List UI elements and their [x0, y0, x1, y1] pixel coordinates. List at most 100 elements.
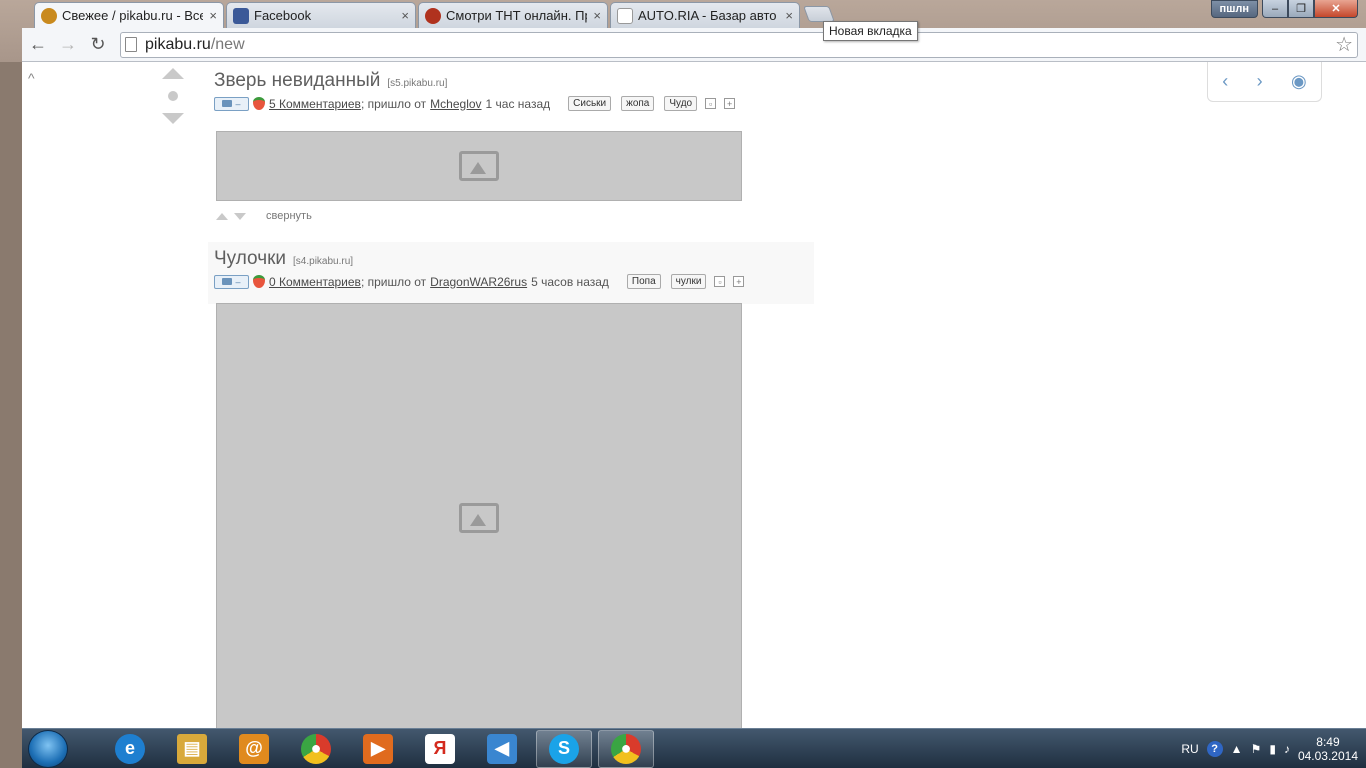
clock[interactable]: 8:49 04.03.2014: [1298, 735, 1358, 763]
comments-link[interactable]: 5 Комментариев: [269, 97, 361, 111]
taskbar-audio-icon[interactable]: ◀: [474, 730, 530, 768]
clock-time: 8:49: [1316, 734, 1340, 749]
minimize-button[interactable]: –: [1262, 0, 1288, 18]
prev-arrow-icon[interactable]: ‹: [1222, 71, 1228, 92]
image-icon: [459, 151, 499, 181]
post-meta: – 5 Комментариев ; пришло от Mcheglov 1 …: [214, 96, 736, 111]
tab-tnt[interactable]: Смотри ТНТ онлайн. Пр ×: [418, 2, 608, 28]
tray-expand-icon[interactable]: ▲: [1231, 742, 1243, 756]
vote-column: [162, 68, 184, 124]
network-icon[interactable]: ▮: [1269, 742, 1276, 756]
window-close-button[interactable]: ✕: [1314, 0, 1358, 18]
language-indicator[interactable]: RU: [1181, 742, 1198, 756]
strawberry-icon: [253, 275, 265, 288]
camera-icon: [222, 278, 233, 285]
tag[interactable]: Попа: [626, 274, 661, 289]
window-controls: пшлн – ❐ ✕: [1210, 0, 1358, 18]
badge-dash: –: [235, 276, 241, 287]
tab-autoria[interactable]: AUTO.RIA - Базар авто № ×: [610, 2, 800, 28]
volume-icon[interactable]: ♪: [1284, 742, 1290, 756]
badge-dash: –: [235, 98, 241, 109]
url-host: pikabu.ru: [145, 35, 211, 53]
close-icon[interactable]: ×: [401, 8, 409, 23]
tag[interactable]: Чудо: [664, 96, 698, 111]
forward-button[interactable]: →: [54, 31, 82, 59]
help-icon[interactable]: ?: [1206, 740, 1223, 757]
hide-eye-icon[interactable]: ◉: [1291, 71, 1307, 92]
profile-badge[interactable]: пшлн: [1210, 0, 1258, 18]
page-icon: [125, 37, 137, 52]
downvote-icon[interactable]: [234, 212, 246, 220]
taskbar: e ▤ @ ● ▶ Я ◀ S ● RU ? ▲ ⚑ ▮ ♪ 8:49 04.0…: [22, 728, 1366, 768]
image-type-badge[interactable]: –: [214, 96, 249, 111]
tab-title: Смотри ТНТ онлайн. Пр: [446, 8, 588, 23]
save-icon[interactable]: ▫: [705, 98, 717, 109]
close-icon[interactable]: ×: [785, 8, 793, 23]
post-time: 5 часов назад: [531, 274, 609, 289]
facebook-favicon-icon: [233, 7, 249, 24]
next-arrow-icon[interactable]: ›: [1257, 71, 1263, 92]
side-navigation: ‹ › ◉: [1207, 62, 1322, 102]
upvote-icon[interactable]: [162, 68, 184, 79]
author-link[interactable]: Mcheglov: [430, 97, 481, 111]
post-title[interactable]: Зверь невиданный: [214, 70, 380, 92]
close-icon[interactable]: ×: [209, 8, 217, 23]
pikabu-favicon-icon: [41, 7, 57, 24]
scroll-top-icon[interactable]: ^: [28, 70, 35, 86]
new-tab-button[interactable]: [803, 6, 835, 22]
post-source: [s5.pikabu.ru]: [387, 78, 448, 89]
restore-button[interactable]: ❐: [1288, 0, 1314, 18]
downvote-icon[interactable]: [162, 113, 184, 124]
taskbar-explorer-icon[interactable]: ▤: [164, 730, 220, 768]
post: Зверь невиданный [s5.pikabu.ru] – 5 Комм…: [214, 70, 736, 111]
via-text: ; пришло от: [360, 274, 427, 289]
browser-toolbar: ← → ↻ pikabu.ru /new ☆: [22, 28, 1366, 62]
system-tray: RU ? ▲ ⚑ ▮ ♪ 8:49 04.03.2014: [1181, 735, 1366, 763]
address-bar[interactable]: pikabu.ru /new ☆: [120, 31, 1358, 58]
via-text: ; пришло от: [360, 96, 427, 111]
post-time: 1 час назад: [485, 96, 551, 111]
action-center-icon[interactable]: ⚑: [1251, 742, 1262, 756]
vote-neutral-icon: [168, 91, 178, 101]
tag[interactable]: чулки: [670, 274, 707, 289]
tag[interactable]: Сиськи: [568, 96, 612, 111]
expand-icon[interactable]: +: [733, 276, 745, 287]
upvote-icon[interactable]: [216, 212, 228, 220]
post-meta: – 0 Комментариев ; пришло от DragonWAR26…: [214, 274, 745, 289]
taskbar-chrome-active-icon[interactable]: ●: [598, 729, 654, 768]
author-link[interactable]: DragonWAR26rus: [430, 275, 527, 289]
bookmark-star-icon[interactable]: ☆: [1335, 32, 1353, 57]
post-title[interactable]: Чулочки: [214, 248, 286, 270]
taskbar-mail-icon[interactable]: @: [226, 730, 282, 768]
taskbar-media-icon[interactable]: ▶: [350, 730, 406, 768]
tab-title: Facebook: [254, 8, 312, 23]
post: Чулочки [s4.pikabu.ru] – 0 Комментариев …: [214, 248, 745, 289]
comments-link[interactable]: 0 Комментариев: [269, 275, 361, 289]
save-icon[interactable]: ▫: [714, 276, 726, 287]
taskbar-ie-icon[interactable]: e: [102, 730, 158, 768]
expand-icon[interactable]: +: [724, 98, 736, 109]
start-button[interactable]: [28, 729, 68, 768]
tab-pikabu[interactable]: Свежее / pikabu.ru - Все ×: [34, 2, 224, 28]
post-image-placeholder[interactable]: [216, 131, 742, 201]
tab-title: Свежее / pikabu.ru - Все: [62, 8, 204, 23]
reload-button[interactable]: ↻: [84, 31, 112, 59]
post-image-placeholder[interactable]: [216, 303, 742, 728]
tab-title: AUTO.RIA - Базар авто №: [638, 8, 780, 23]
tag[interactable]: жопа: [621, 96, 655, 111]
collapse-link[interactable]: свернуть: [266, 210, 312, 222]
image-icon: [459, 503, 499, 533]
tab-facebook[interactable]: Facebook ×: [226, 2, 416, 28]
new-tab-tooltip: Новая вкладка: [823, 21, 918, 41]
taskbar-skype-icon[interactable]: S: [536, 729, 592, 768]
page-favicon-icon: [617, 7, 633, 24]
clock-date: 04.03.2014: [1297, 748, 1358, 763]
taskbar-chrome-icon[interactable]: ●: [288, 730, 344, 768]
close-icon[interactable]: ×: [593, 8, 601, 23]
back-button[interactable]: ←: [24, 31, 52, 59]
image-type-badge[interactable]: –: [214, 274, 249, 289]
strawberry-icon: [253, 97, 265, 110]
url-path: /new: [210, 35, 245, 53]
taskbar-yandex-icon[interactable]: Я: [412, 730, 468, 768]
tab-strip: Свежее / pikabu.ru - Все × Facebook × См…: [22, 0, 1366, 28]
